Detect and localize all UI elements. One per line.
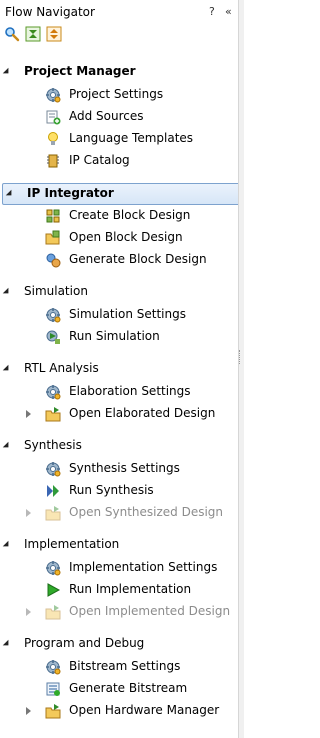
section-header-rtl-analysis[interactable]: RTL Analysis [0,359,244,379]
open-design-icon [45,604,61,620]
nav-item-label: Open Elaborated Design [69,406,216,420]
expand-all-icon[interactable] [46,26,62,42]
nav-item-open-implemented-design: Open Implemented Design [0,601,244,623]
nav-item-run-simulation[interactable]: Run Simulation [0,326,244,348]
expand-arrow-icon [26,608,31,616]
section-title: RTL Analysis [24,361,99,375]
section-header-ip-integrator[interactable]: IP Integrator [2,183,242,205]
flow-navigator-panel: Flow Navigator ? « Project Manager Projec… [0,0,244,738]
nav-item-label: Project Settings [69,87,164,101]
nav-item-run-synthesis[interactable]: Run Synthesis [0,480,244,502]
section-header-program-and-debug[interactable]: Program and Debug [0,634,244,654]
expanded-arrow-icon[interactable] [2,364,12,374]
nav-item-label: Open Hardware Manager [69,703,220,717]
nav-item-label: Run Implementation [69,582,192,596]
play-icon [45,582,61,598]
nav-item-label: Open Synthesized Design [69,505,224,519]
expanded-arrow-icon[interactable] [2,441,12,451]
nav-item-implementation-settings[interactable]: Implementation Settings [0,557,244,579]
search-icon[interactable] [4,26,20,42]
nav-item-run-implementation[interactable]: Run Implementation [0,579,244,601]
nav-item-label: Open Implemented Design [69,604,231,618]
nav-item-label: Generate Block Design [69,252,207,266]
gear-icon [45,560,61,576]
bitstream-icon [45,681,61,697]
expand-arrow-icon[interactable] [26,707,31,715]
section-title: IP Integrator [27,186,114,200]
nav-item-label: Create Block Design [69,208,191,222]
lightbulb-icon [45,131,61,147]
run-synthesis-icon [45,483,61,499]
section-title: Project Manager [24,64,136,78]
expanded-arrow-icon[interactable] [2,639,12,649]
splitter-grip[interactable] [239,350,243,364]
section-header-synthesis[interactable]: Synthesis [0,436,244,456]
help-button[interactable]: ? [209,5,215,18]
gear-icon [45,307,61,323]
splitter-bar[interactable] [238,0,244,738]
nav-item-open-elaborated-design[interactable]: Open Elaborated Design [0,403,244,425]
expanded-arrow-icon[interactable] [5,189,15,199]
nav-item-label: Bitstream Settings [69,659,181,673]
collapse-all-icon[interactable] [25,26,41,42]
gear-icon [45,384,61,400]
expanded-arrow-icon[interactable] [2,540,12,550]
section-header-implementation[interactable]: Implementation [0,535,244,555]
nav-item-add-sources[interactable]: Add Sources [0,106,244,128]
nav-item-generate-block-design[interactable]: Generate Block Design [0,249,244,271]
nav-item-ip-catalog[interactable]: IP Catalog [0,150,244,172]
nav-item-label: Generate Bitstream [69,681,188,695]
expand-arrow-icon [26,509,31,517]
nav-item-label: Language Templates [69,131,194,145]
nav-item-label: Run Simulation [69,329,160,343]
open-block-icon [45,230,61,246]
expanded-arrow-icon[interactable] [2,67,12,77]
generate-block-icon [45,252,61,268]
nav-item-elaboration-settings[interactable]: Elaboration Settings [0,381,244,403]
gear-icon [45,87,61,103]
section-title: Program and Debug [24,636,145,650]
ip-chip-icon [45,153,61,169]
gear-icon [45,461,61,477]
nav-item-label: Run Synthesis [69,483,154,497]
nav-item-label: Elaboration Settings [69,384,191,398]
section-title: Synthesis [24,438,82,452]
run-simulation-icon [45,329,61,345]
section-title: Simulation [24,284,88,298]
panel-titlebar: Flow Navigator ? « [0,0,244,24]
nav-item-synthesis-settings[interactable]: Synthesis Settings [0,458,244,480]
nav-item-label: Open Block Design [69,230,183,244]
nav-item-create-block-design[interactable]: Create Block Design [0,205,244,227]
nav-item-generate-bitstream[interactable]: Generate Bitstream [0,678,244,700]
open-design-icon [45,406,61,422]
open-design-icon [45,703,61,719]
nav-item-bitstream-settings[interactable]: Bitstream Settings [0,656,244,678]
section-header-simulation[interactable]: Simulation [0,282,244,302]
nav-item-open-block-design[interactable]: Open Block Design [0,227,244,249]
section-title: Implementation [24,537,120,551]
gear-icon [45,659,61,675]
nav-item-label: Implementation Settings [69,560,218,574]
nav-item-label: Add Sources [69,109,144,123]
nav-item-project-settings[interactable]: Project Settings [0,84,244,106]
add-sources-icon [45,109,61,125]
nav-item-label: Synthesis Settings [69,461,180,475]
expand-arrow-icon[interactable] [26,410,31,418]
nav-item-language-templates[interactable]: Language Templates [0,128,244,150]
nav-item-open-hardware-manager[interactable]: Open Hardware Manager [0,700,244,722]
section-header-project-manager[interactable]: Project Manager [0,62,244,82]
panel-title: Flow Navigator [5,5,95,19]
create-block-icon [45,208,61,224]
nav-item-open-synthesized-design: Open Synthesized Design [0,502,244,524]
nav-item-label: Simulation Settings [69,307,186,321]
open-design-icon [45,505,61,521]
nav-item-label: IP Catalog [69,153,130,167]
nav-item-simulation-settings[interactable]: Simulation Settings [0,304,244,326]
collapse-panel-button[interactable]: « [225,5,232,18]
expanded-arrow-icon[interactable] [2,287,12,297]
